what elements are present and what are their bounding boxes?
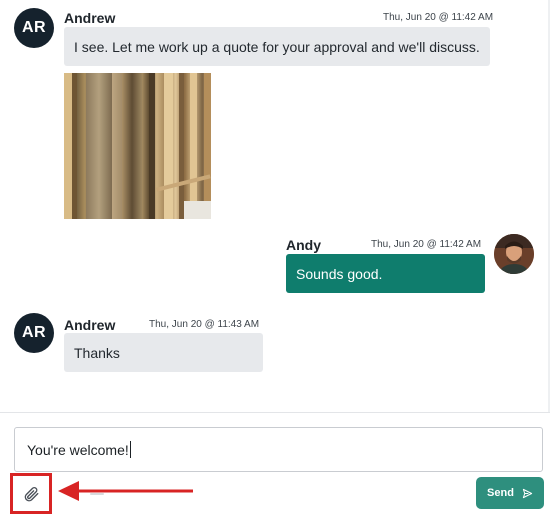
avatar (494, 234, 534, 274)
avatar: AR (14, 8, 54, 48)
avatar: AR (14, 313, 54, 353)
sender-name: Andy (286, 237, 321, 253)
text-caret (129, 441, 131, 458)
send-button-label: Send (487, 487, 514, 499)
message-input-value: You're welcome! (27, 441, 129, 458)
sender-name: Andrew (64, 10, 116, 26)
message-bubble: Sounds good. (286, 254, 485, 293)
message-timestamp: Thu, Jun 20 @ 11:42 AM (383, 12, 494, 23)
sender-name: Andrew (64, 317, 116, 333)
annotation-arrow (58, 481, 193, 501)
send-icon (522, 488, 533, 498)
send-button[interactable]: Send (476, 477, 544, 509)
message-timestamp: Thu, Jun 20 @ 11:42 AM (371, 239, 482, 250)
message-bubble: I see. Let me work up a quote for your a… (64, 27, 490, 66)
message-thread: AR Andrew Thu, Jun 20 @ 11:42 AM I see. … (0, 0, 550, 412)
message-timestamp: Thu, Jun 20 @ 11:43 AM (149, 319, 260, 330)
paperclip-icon (24, 486, 39, 501)
user-photo-icon (494, 234, 534, 274)
message-bubble: Thanks (64, 333, 263, 372)
attach-button[interactable] (10, 473, 52, 514)
attached-photo[interactable] (64, 73, 211, 219)
message-input[interactable]: You're welcome! (14, 427, 543, 472)
